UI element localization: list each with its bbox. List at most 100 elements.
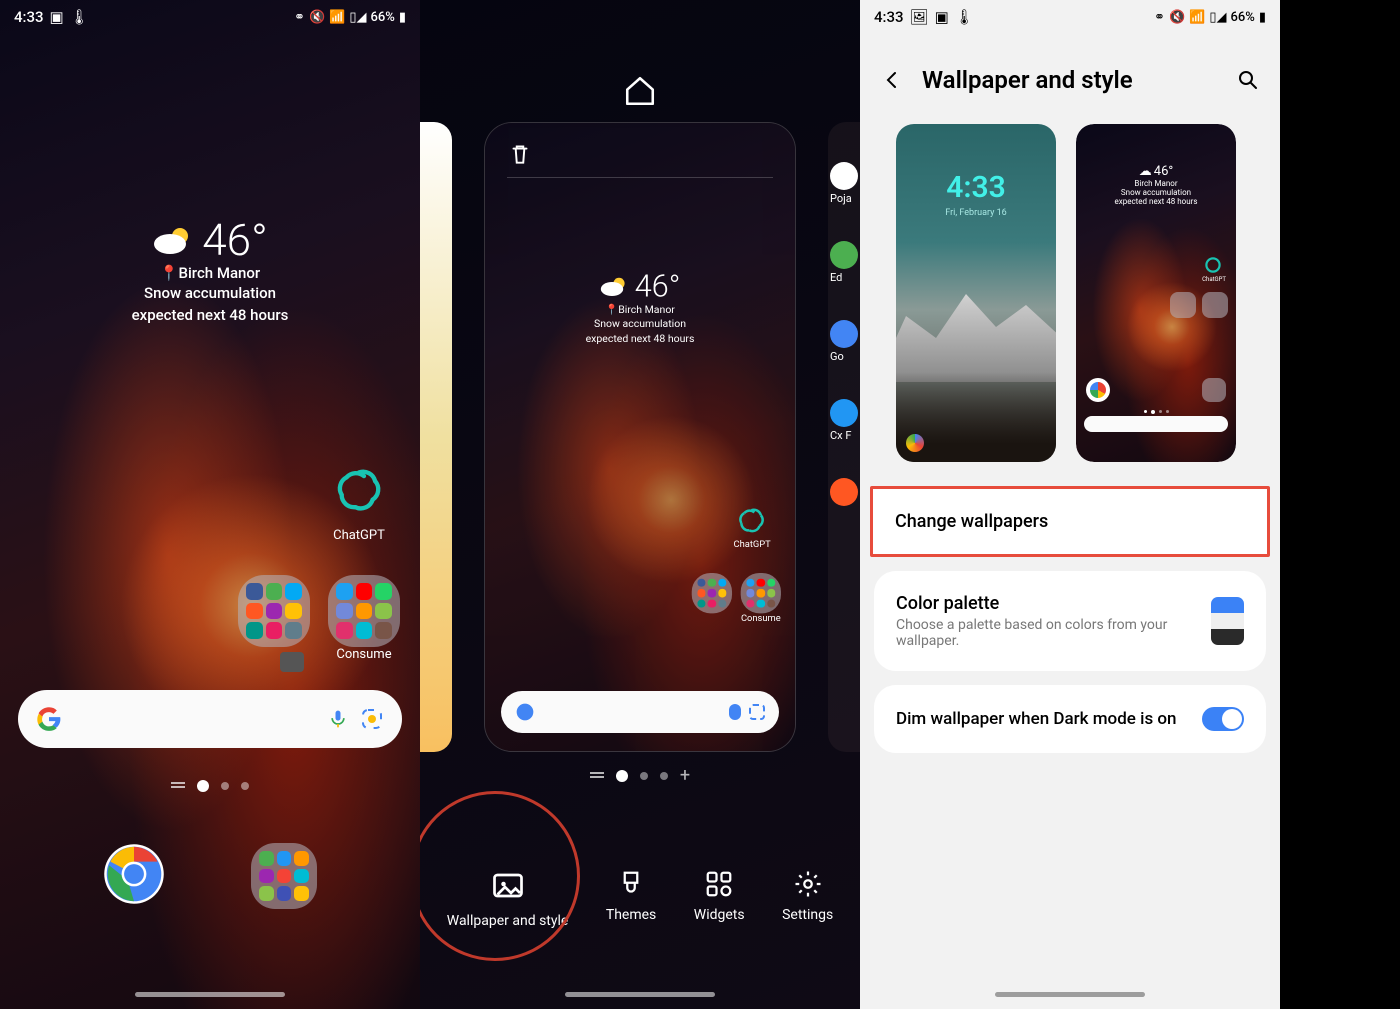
side-app-label: Ed [830,271,858,284]
lens-icon [749,704,765,720]
wifi-icon: 📶 [1189,10,1205,25]
wifi-icon: 📶 [329,10,345,25]
picture-icon [490,869,526,905]
home-outline-icon[interactable] [623,74,657,108]
bluetooth-icon: ⚭ [294,10,305,25]
home-screen-panel: 4:33 ▣ 🌡 ⚭ 🔇 📶 ▯◢ 66% ▮ 46° 📍Birch Manor… [0,0,420,1009]
chrome-app-icon[interactable] [103,843,165,905]
side-app-label: Go [830,350,858,363]
battery-saver-icon: ▣ [935,8,949,26]
lock-date: Fri, February 16 [896,208,1056,218]
weather-desc-1: Snow accumulation [0,284,420,304]
widgets-label: Widgets [694,907,745,923]
dim-wallpaper-label: Dim wallpaper when Dark mode is on [896,709,1177,729]
battery-percent: 66% [370,10,394,25]
location-pin-icon: 📍 [160,264,179,282]
battery-percent: 66% [1230,10,1254,25]
search-icon[interactable] [1236,68,1260,92]
folder-icon [328,575,400,647]
dim-toggle[interactable] [1202,707,1244,731]
themes-button[interactable]: Themes [606,869,656,929]
folder-icon [238,575,310,647]
add-page-icon[interactable]: + [680,772,690,780]
nav-handle[interactable] [565,992,715,997]
weather-cloud-sun-icon [600,275,629,297]
pf-temp: 46° [635,268,681,304]
page-indicator[interactable] [0,780,420,792]
lockscreen-preview[interactable]: 4:33 Fri, February 16 [896,124,1056,462]
google-icon [515,702,535,722]
weather-cloud-sun-icon [152,224,194,256]
chatgpt-app[interactable]: ChatGPT [328,460,390,543]
mute-icon: 🔇 [1169,10,1185,25]
wallpaper-style-button[interactable]: Wallpaper and style [447,869,569,929]
chatgpt-icon [1202,254,1224,276]
status-time: 4:33 [14,8,44,26]
pf-d2: expected next 48 hours [532,332,749,346]
side-app-label: Poja [830,192,858,205]
pf-loc: Birch Manor [618,303,675,316]
photos-shortcut-icon [906,434,924,452]
dock [0,843,420,909]
weather-widget[interactable]: 46° 📍Birch Manor Snow accumulation expec… [0,214,420,325]
mic-icon [729,704,741,720]
change-wallpapers-label: Change wallpapers [895,511,1245,532]
chatgpt-icon [734,503,770,539]
trash-icon[interactable] [507,141,533,167]
wallpaper-style-label: Wallpaper and style [447,913,569,929]
thermo-icon: 🌡 [70,8,89,26]
google-search-bar[interactable] [18,690,402,748]
lock-time: 4:33 [896,170,1056,205]
mute-icon: 🔇 [309,10,325,25]
pf-chatgpt-label: ChatGPT [734,539,771,550]
camera-icon[interactable] [280,652,304,672]
weather-temp-value: 46° [202,214,267,266]
battery-icon: ▮ [1259,10,1266,25]
hs-loc: Birch Manor [1076,179,1236,188]
mic-icon[interactable] [328,707,348,731]
weather-desc-2: expected next 48 hours [0,306,420,326]
weather-location: Birch Manor [178,264,260,282]
status-bar: 4:33 ▣ 🌡 ⚭ 🔇 📶 ▯◢ 66% ▮ [0,0,420,34]
chatgpt-label: ChatGPT [328,528,390,543]
page-preview[interactable]: 46° 📍Birch Manor Snow accumulation expec… [484,122,796,752]
dock-folder[interactable] [251,843,317,909]
pf-folder-label: Consume [741,613,781,624]
next-page-peek[interactable]: Poja Ed Go Cx F [828,122,860,752]
app-folder-1[interactable] [238,575,310,663]
homescreen-preview[interactable]: ☁46° Birch Manor Snow accumulation expec… [1076,124,1236,462]
battery-icon: ▮ [399,10,406,25]
home-editor-panel: 46° 📍Birch Manor Snow accumulation expec… [420,0,860,1009]
dim-wallpaper-row[interactable]: Dim wallpaper when Dark mode is on [874,685,1266,753]
bluetooth-icon: ⚭ [1154,10,1165,25]
editor-page-indicator[interactable]: + [420,770,860,782]
color-palette-row[interactable]: Color palette Choose a palette based on … [874,571,1266,671]
back-icon[interactable] [880,68,904,92]
side-app-label: Cx F [830,429,858,442]
google-icon [36,706,62,732]
signal-icon: ▯◢ [1209,10,1226,25]
brush-icon [616,869,646,899]
change-wallpapers-row[interactable]: Change wallpapers [873,489,1267,554]
picture-icon: 🖼 [910,8,929,26]
nav-handle[interactable] [135,992,285,997]
themes-label: Themes [606,907,656,923]
color-palette-title: Color palette [896,593,1211,614]
prev-page-peek[interactable] [420,122,452,752]
page-title: Wallpaper and style [922,66,1218,94]
nav-handle[interactable] [995,992,1145,997]
settings-label: Settings [782,907,833,923]
lens-icon[interactable] [360,707,384,731]
status-time: 4:33 [874,8,904,26]
pf-search-bar [501,691,779,733]
battery-saver-icon: ▣ [50,8,64,26]
widgets-button[interactable]: Widgets [694,869,745,929]
pf-d1: Snow accumulation [532,317,749,331]
highlight-box: Change wallpapers [870,486,1270,557]
settings-button[interactable]: Settings [782,869,833,929]
app-folder-consume[interactable]: Consume [328,575,400,663]
color-palette-sub: Choose a palette based on colors from yo… [896,617,1211,649]
wallpaper-settings-panel: 4:33 🖼 ▣ 🌡 ⚭ 🔇 📶 ▯◢ 66% ▮ Wallpaper and … [860,0,1280,1009]
hs-temp: 46° [1154,164,1173,179]
palette-swatch [1211,597,1244,645]
